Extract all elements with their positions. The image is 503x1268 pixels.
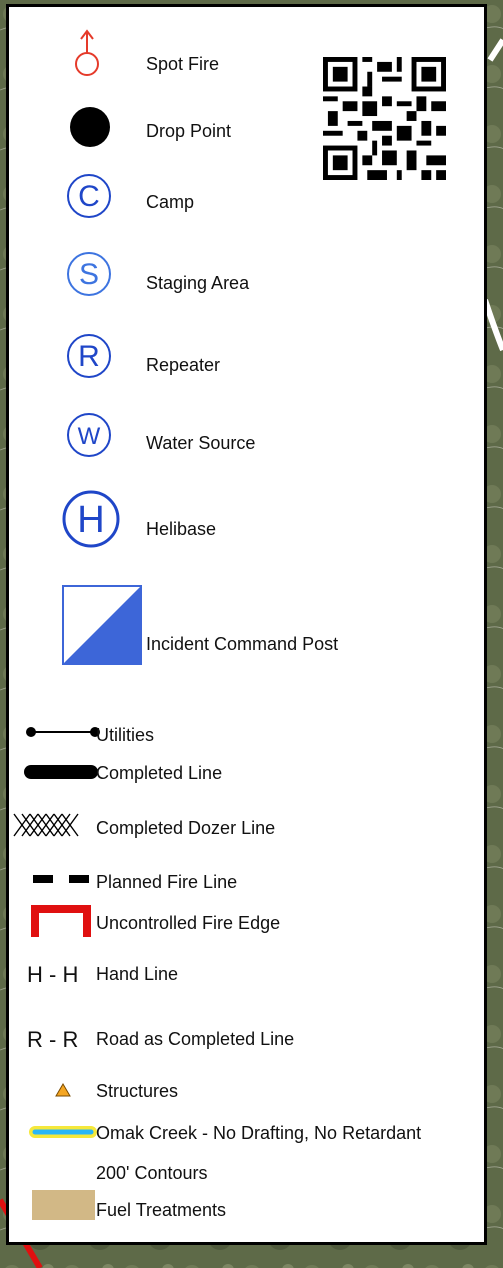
completed-line-icon [24,765,98,779]
legend-label-repeater: Repeater [146,355,221,375]
legend-label-planned-fire-line: Planned Fire Line [96,872,238,892]
completed-dozer-line-icon [13,813,79,837]
helibase-icon: H [62,490,120,548]
staging-area-icon: S [67,252,111,296]
legend-label-camp: Camp [146,192,195,212]
svg-text:S: S [79,258,99,291]
svg-text:W: W [78,423,101,450]
legend-label-drop-point: Drop Point [146,121,232,141]
legend-label-omak-creek: Omak Creek - No Drafting, No Retardant [96,1123,422,1143]
svg-text:R: R [78,340,100,373]
structure-icon [55,1083,71,1097]
planned-fire-line-icon [33,875,89,883]
legend-label-helibase: Helibase [146,519,217,539]
legend-panel: Spot Fire Drop Point C Camp S Staging Ar… [6,4,487,1245]
legend-label-staging-area: Staging Area [146,273,250,293]
legend-label-utilities: Utilities [96,725,155,745]
omak-creek-icon [29,1126,97,1138]
legend-label-incident-command-post: Incident Command Post [146,634,339,654]
hand-line-symbol: H - H [27,962,79,987]
road-completed-line-symbol: R - R [27,1027,79,1052]
drop-point-icon [70,107,110,147]
legend-label-contours: 200' Contours [96,1163,208,1183]
uncontrolled-fire-edge-icon [31,905,91,937]
legend-label-water-source: Water Source [146,433,256,453]
legend-label-completed-dozer-line: Completed Dozer Line [96,818,276,838]
incident-command-post-icon [62,585,142,665]
legend-label-spot-fire: Spot Fire [146,54,220,74]
legend-label-completed-line: Completed Line [96,763,223,783]
water-source-icon: W [67,413,111,457]
legend-label-uncontrolled-fire-edge: Uncontrolled Fire Edge [96,913,281,933]
legend-label-structures: Structures [96,1081,179,1101]
svg-text:H: H [77,499,104,541]
camp-icon: C [67,174,111,218]
legend-label-hand-line: Hand Line [96,964,179,984]
svg-text:C: C [78,180,100,213]
spot-fire-icon [75,29,99,76]
legend-label-fuel-treatments: Fuel Treatments [96,1200,227,1220]
repeater-icon: R [67,334,111,378]
utilities-icon [26,727,100,737]
fuel-treatments-swatch [32,1190,95,1220]
qr-code-icon[interactable] [323,57,446,180]
legend-label-road-completed-line: Road as Completed Line [96,1029,295,1049]
